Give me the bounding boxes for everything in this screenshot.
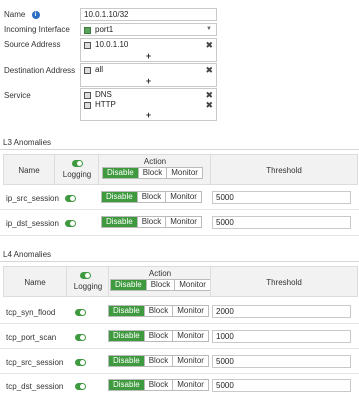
add-destination-icon[interactable]: + bbox=[81, 76, 216, 86]
toggle-on-icon[interactable] bbox=[72, 160, 83, 167]
disable-all-button[interactable]: Disable bbox=[103, 168, 139, 178]
service-icon bbox=[84, 101, 91, 109]
remove-service-icon[interactable]: ✖ bbox=[205, 90, 213, 100]
logging-toggle[interactable] bbox=[65, 195, 76, 202]
incoming-interface-select[interactable]: port1 ▼ bbox=[80, 23, 217, 36]
name-label: Name i bbox=[4, 10, 40, 19]
service-label: Service bbox=[4, 91, 31, 100]
column-action: Action bbox=[143, 157, 167, 166]
service-entry: DNS bbox=[84, 90, 112, 100]
chevron-down-icon: ▼ bbox=[206, 26, 212, 32]
action-header-buttons: Disable Block Monitor bbox=[110, 279, 211, 291]
row-name: tcp_src_session bbox=[6, 358, 64, 367]
block-button[interactable]: Block bbox=[137, 192, 167, 202]
block-all-button[interactable]: Block bbox=[138, 168, 168, 178]
block-all-button[interactable]: Block bbox=[146, 280, 176, 290]
action-buttons: Disable Block Monitor bbox=[101, 191, 202, 203]
disable-button[interactable]: Disable bbox=[102, 192, 138, 202]
logging-toggle[interactable] bbox=[75, 359, 86, 366]
disable-button[interactable]: Disable bbox=[102, 217, 138, 227]
disable-button[interactable]: Disable bbox=[109, 380, 145, 390]
row-name: tcp_syn_flood bbox=[6, 308, 56, 317]
logging-toggle[interactable] bbox=[75, 334, 86, 341]
monitor-button[interactable]: Monitor bbox=[173, 331, 208, 341]
address-icon bbox=[84, 41, 91, 49]
monitor-button[interactable]: Monitor bbox=[173, 380, 208, 390]
destination-address-label: Destination Address bbox=[4, 66, 76, 75]
source-address-entry: 10.0.1.10 bbox=[84, 40, 128, 50]
add-service-icon[interactable]: + bbox=[81, 110, 216, 120]
incoming-interface-label: Incoming Interface bbox=[4, 25, 70, 34]
column-logging: Logging bbox=[73, 282, 103, 291]
block-button[interactable]: Block bbox=[144, 380, 174, 390]
logging-toggle[interactable] bbox=[65, 220, 76, 227]
column-threshold: Threshold bbox=[266, 278, 302, 287]
destination-address-entry: all bbox=[84, 65, 103, 75]
column-name: Name bbox=[24, 278, 46, 287]
l3-table-header: Name Logging Action Disable Block Monito… bbox=[3, 154, 358, 185]
row-name: ip_src_session bbox=[6, 194, 59, 203]
row-name: tcp_port_scan bbox=[6, 333, 57, 342]
action-buttons: Disable Block Monitor bbox=[108, 330, 209, 342]
info-icon[interactable]: i bbox=[31, 10, 40, 19]
block-button[interactable]: Block bbox=[144, 306, 174, 316]
destination-address-field[interactable]: all ✖ + bbox=[80, 63, 217, 87]
action-buttons: Disable Block Monitor bbox=[108, 305, 209, 317]
monitor-button[interactable]: Monitor bbox=[173, 356, 208, 366]
monitor-all-button[interactable]: Monitor bbox=[175, 280, 210, 290]
address-icon bbox=[84, 66, 91, 74]
monitor-button[interactable]: Monitor bbox=[166, 192, 201, 202]
service-entry: HTTP bbox=[84, 100, 116, 110]
threshold-input[interactable]: 1000 bbox=[212, 330, 351, 343]
add-source-icon[interactable]: + bbox=[81, 51, 216, 61]
threshold-input[interactable]: 5000 bbox=[212, 191, 351, 204]
disable-button[interactable]: Disable bbox=[109, 306, 145, 316]
service-icon bbox=[84, 91, 91, 99]
port-icon bbox=[84, 26, 91, 34]
service-field[interactable]: DNS ✖ HTTP ✖ + bbox=[80, 88, 217, 121]
source-address-field[interactable]: 10.0.1.10 ✖ + bbox=[80, 38, 217, 62]
disable-button[interactable]: Disable bbox=[109, 356, 145, 366]
column-action: Action bbox=[148, 269, 172, 278]
threshold-input[interactable]: 5000 bbox=[212, 379, 351, 392]
l3-section-title: L3 Anomalies bbox=[0, 136, 359, 150]
threshold-input[interactable]: 5000 bbox=[212, 216, 351, 229]
monitor-button[interactable]: Monitor bbox=[166, 217, 201, 227]
block-button[interactable]: Block bbox=[144, 331, 174, 341]
source-address-label: Source Address bbox=[4, 40, 61, 49]
action-buttons: Disable Block Monitor bbox=[108, 355, 209, 367]
remove-service-icon[interactable]: ✖ bbox=[205, 100, 213, 110]
l4-table-header: Name Logging Action Disable Block Monito… bbox=[3, 266, 358, 297]
name-input[interactable]: 10.0.1.10/32 bbox=[80, 8, 217, 21]
toggle-on-icon[interactable] bbox=[80, 272, 91, 279]
threshold-input[interactable]: 2000 bbox=[212, 305, 351, 318]
column-threshold: Threshold bbox=[266, 166, 302, 175]
disable-button[interactable]: Disable bbox=[109, 331, 145, 341]
disable-all-button[interactable]: Disable bbox=[111, 280, 147, 290]
row-name: ip_dst_session bbox=[6, 219, 59, 228]
threshold-input[interactable]: 5000 bbox=[212, 355, 351, 368]
action-buttons: Disable Block Monitor bbox=[108, 379, 209, 391]
l4-section-title: L4 Anomalies bbox=[0, 248, 359, 262]
row-name: tcp_dst_session bbox=[6, 382, 64, 391]
remove-destination-icon[interactable]: ✖ bbox=[205, 65, 213, 75]
logging-toggle[interactable] bbox=[75, 383, 86, 390]
remove-source-icon[interactable]: ✖ bbox=[205, 40, 213, 50]
monitor-all-button[interactable]: Monitor bbox=[167, 168, 202, 178]
logging-toggle[interactable] bbox=[75, 309, 86, 316]
action-buttons: Disable Block Monitor bbox=[101, 216, 202, 228]
action-header-buttons: Disable Block Monitor bbox=[102, 167, 203, 179]
block-button[interactable]: Block bbox=[144, 356, 174, 366]
block-button[interactable]: Block bbox=[137, 217, 167, 227]
column-logging: Logging bbox=[62, 170, 92, 179]
column-name: Name bbox=[18, 166, 40, 175]
monitor-button[interactable]: Monitor bbox=[173, 306, 208, 316]
